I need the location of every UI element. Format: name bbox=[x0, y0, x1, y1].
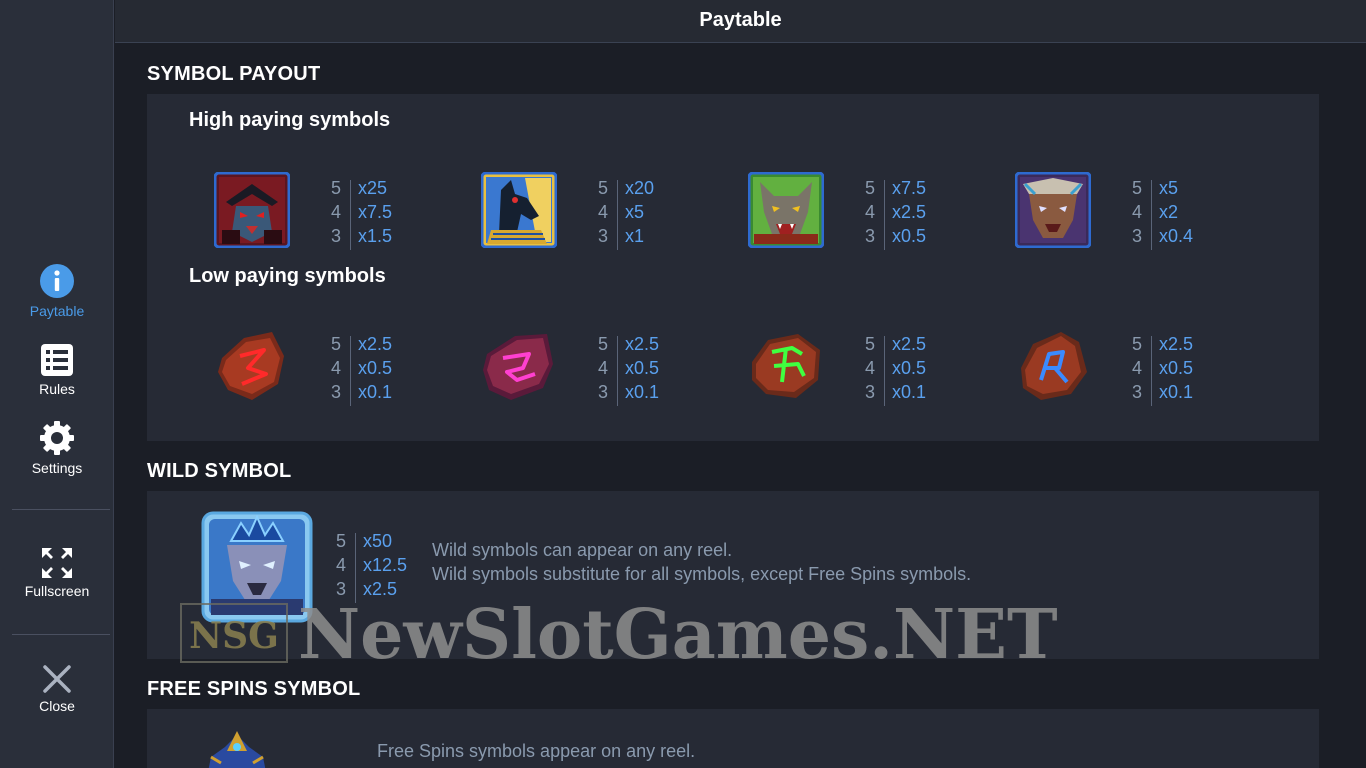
count-3: 3 bbox=[330, 382, 341, 402]
mult-4: x12.5 bbox=[363, 555, 408, 575]
free-spins-symbol bbox=[197, 727, 277, 768]
mult-4: x0.5 bbox=[892, 358, 927, 378]
mult-3: x1 bbox=[625, 226, 645, 246]
green-rune-symbol bbox=[748, 328, 824, 404]
tribal-wolf-symbol bbox=[1014, 171, 1092, 249]
count-3: 3 bbox=[330, 226, 341, 246]
mult-3: x0.1 bbox=[892, 382, 927, 402]
count-3: 3 bbox=[597, 382, 608, 402]
close-icon bbox=[43, 665, 71, 693]
mult-3: x0.1 bbox=[1159, 382, 1194, 402]
fullscreen-icon bbox=[42, 548, 72, 578]
mult-5: x50 bbox=[363, 531, 393, 551]
mult-4: x5 bbox=[625, 202, 645, 222]
mult-4: x7.5 bbox=[358, 202, 393, 222]
mult-4: x2.5 bbox=[892, 202, 927, 222]
list-icon bbox=[41, 344, 73, 376]
wild-symbol-panel: 5 4 3 x50 x12.5 x2.5 Wild symbols can appear… bbox=[147, 491, 1319, 659]
mult-3: x0.4 bbox=[1159, 226, 1194, 246]
mult-5: x2.5 bbox=[625, 334, 660, 354]
mult-3: x0.5 bbox=[892, 226, 927, 246]
count-3: 3 bbox=[1131, 226, 1142, 246]
mult-4: x0.5 bbox=[625, 358, 660, 378]
count-4: 4 bbox=[335, 555, 346, 575]
count-5: 5 bbox=[864, 178, 875, 198]
mult-4: x0.5 bbox=[358, 358, 393, 378]
count-5: 5 bbox=[597, 334, 608, 354]
mult-3: x0.1 bbox=[625, 382, 660, 402]
gray-wolf-symbol bbox=[747, 171, 825, 249]
mult-5: x20 bbox=[625, 178, 655, 198]
sidebar-item-fullscreen[interactable]: Fullscreen bbox=[0, 547, 114, 599]
count-3: 3 bbox=[597, 226, 608, 246]
count-5: 5 bbox=[864, 334, 875, 354]
info-icon bbox=[40, 264, 74, 298]
sidebar-item-rules[interactable]: Rules bbox=[0, 343, 114, 397]
count-3: 3 bbox=[335, 579, 346, 599]
count-4: 4 bbox=[864, 202, 875, 222]
mult-3: x1.5 bbox=[358, 226, 393, 246]
paytable-content[interactable]: SYMBOL PAYOUT High paying symbols 5 4 3 x2… bbox=[115, 44, 1366, 768]
count-5: 5 bbox=[597, 178, 608, 198]
count-4: 4 bbox=[864, 358, 875, 378]
count-4: 4 bbox=[597, 358, 608, 378]
mult-5: x2.5 bbox=[358, 334, 393, 354]
gear-icon bbox=[40, 421, 74, 455]
sidebar-item-paytable[interactable]: Paytable bbox=[0, 263, 114, 319]
sidebar-item-label: Fullscreen bbox=[24, 583, 90, 599]
red-rune-symbol bbox=[214, 328, 290, 404]
wild-wolf-symbol bbox=[201, 511, 313, 623]
mult-3: x2.5 bbox=[363, 579, 398, 599]
title-bar: Paytable bbox=[115, 0, 1366, 43]
symbol-payout-title: SYMBOL PAYOUT bbox=[147, 63, 321, 85]
sidebar-item-settings[interactable]: Settings bbox=[0, 420, 114, 476]
anubis-symbol bbox=[480, 171, 558, 249]
count-5: 5 bbox=[330, 334, 341, 354]
count-5: 5 bbox=[330, 178, 341, 198]
samurai-wolf-symbol bbox=[213, 171, 291, 249]
sidebar-item-label: Rules bbox=[39, 381, 75, 397]
high-paying-heading: High paying symbols bbox=[189, 109, 391, 131]
sidebar-divider bbox=[12, 634, 110, 635]
mult-5: x7.5 bbox=[892, 178, 927, 198]
free-spins-title: FREE SPINS SYMBOL bbox=[147, 678, 361, 700]
sidebar: Paytable Rules Settings Fullscreen Close bbox=[0, 0, 114, 768]
mult-5: x5 bbox=[1159, 178, 1179, 198]
count-3: 3 bbox=[1131, 382, 1142, 402]
count-3: 3 bbox=[864, 226, 875, 246]
mult-5: x2.5 bbox=[892, 334, 927, 354]
mult-4: x2 bbox=[1159, 202, 1179, 222]
count-3: 3 bbox=[864, 382, 875, 402]
sidebar-divider bbox=[12, 509, 110, 510]
count-4: 4 bbox=[1131, 202, 1142, 222]
sidebar-item-close[interactable]: Close bbox=[0, 664, 114, 714]
count-4: 4 bbox=[330, 358, 341, 378]
free-spins-panel: Free Spins symbols appear on any reel. bbox=[147, 709, 1319, 768]
count-4: 4 bbox=[1131, 358, 1142, 378]
mult-4: x0.5 bbox=[1159, 358, 1194, 378]
mult-5: x2.5 bbox=[1159, 334, 1194, 354]
count-4: 4 bbox=[597, 202, 608, 222]
free-spins-desc-line-1: Free Spins symbols appear on any reel. bbox=[377, 741, 696, 761]
sidebar-item-label: Paytable bbox=[29, 303, 85, 319]
low-paying-heading: Low paying symbols bbox=[189, 265, 386, 287]
count-5: 5 bbox=[1131, 178, 1142, 198]
count-5: 5 bbox=[335, 531, 346, 551]
blue-rune-symbol bbox=[1015, 328, 1091, 404]
wild-desc-line-1: Wild symbols can appear on any reel. bbox=[432, 540, 733, 560]
wild-symbol-title: WILD SYMBOL bbox=[147, 460, 292, 482]
sidebar-item-label: Close bbox=[39, 698, 75, 714]
symbol-payout-panel: High paying symbols 543 x25 x7.5 x1.5 5 … bbox=[147, 94, 1319, 441]
page-title: Paytable bbox=[699, 9, 782, 31]
mult-3: x0.1 bbox=[358, 382, 393, 402]
count-5: 5 bbox=[1131, 334, 1142, 354]
count-4: 4 bbox=[330, 202, 341, 222]
sidebar-item-label: Settings bbox=[31, 460, 83, 476]
wild-desc-line-2: Wild symbols substitute for all symbols,… bbox=[432, 564, 972, 584]
mult-5: x25 bbox=[358, 178, 388, 198]
pink-rune-symbol bbox=[481, 328, 557, 404]
